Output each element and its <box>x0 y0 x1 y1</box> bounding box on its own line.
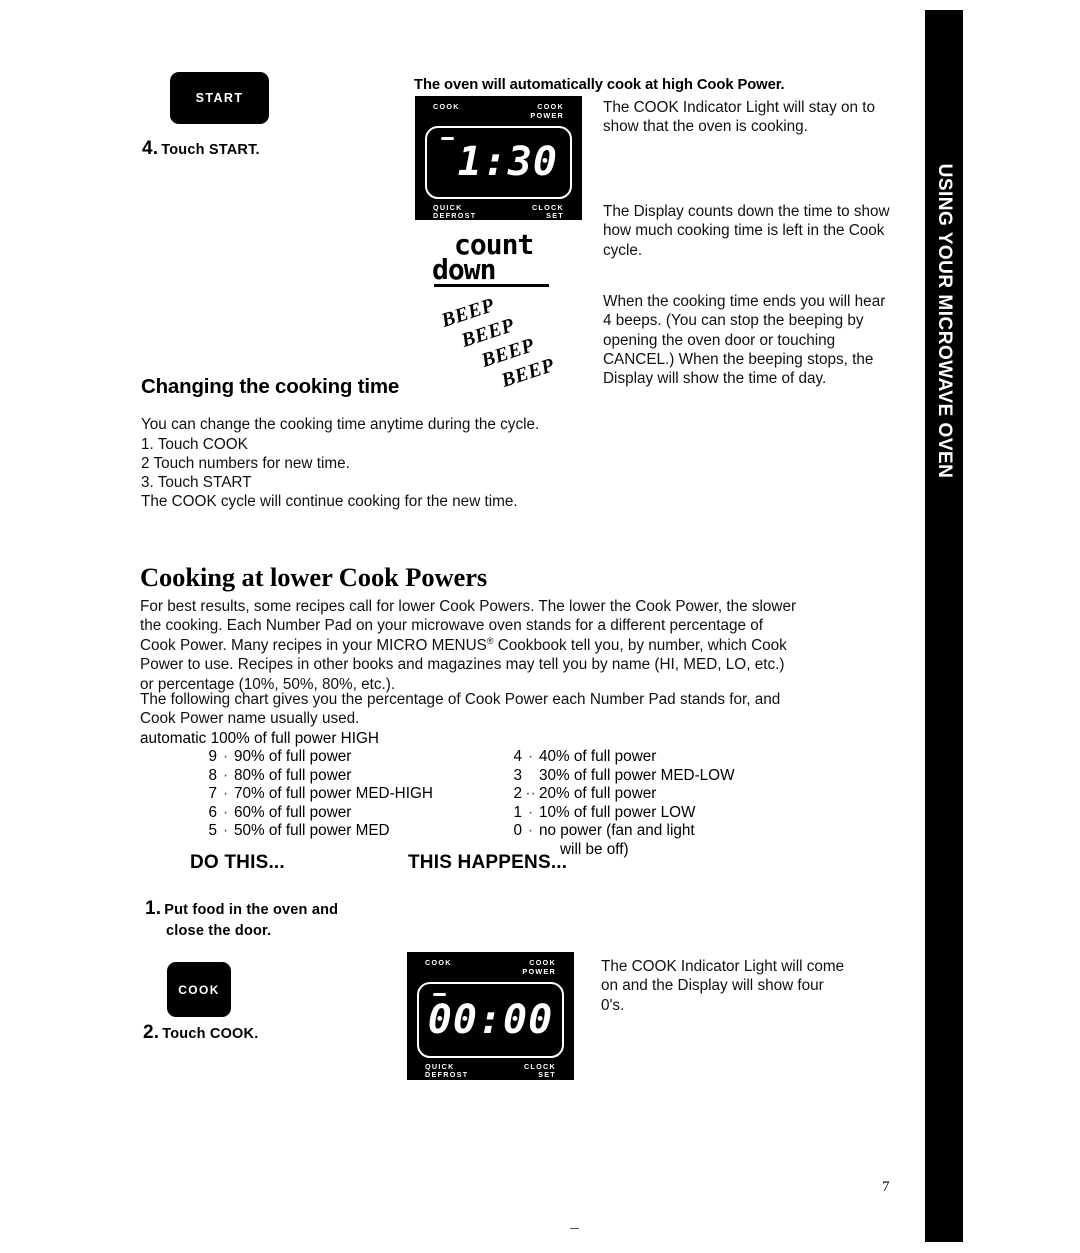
countdown-illustration: count down <box>432 231 582 288</box>
display-window: 00:00 <box>417 981 564 1058</box>
power-pad-number: 5 <box>208 822 217 839</box>
power-pad-number: 2 <box>513 785 522 802</box>
power-chart-row: 2 ·· 20% of full power <box>500 785 735 804</box>
display-clock-set-label: CLOCK SET <box>523 1061 556 1080</box>
power-row-dot: · <box>222 766 229 784</box>
cook-indicator-paragraph: The COOK Indicator Light will stay on to… <box>603 99 876 136</box>
power-row-text: 10% of full power LOW <box>539 803 696 821</box>
changing-step-2: 2 Touch numbers for new time. <box>141 455 350 472</box>
step-4-number: 4. <box>142 138 159 159</box>
power-row-text: no power (fan and light <box>539 822 695 839</box>
step-4-instruction: 4. Touch START. <box>142 138 260 160</box>
this-happens-result-text: The COOK Indicator Light will come on an… <box>601 958 845 1014</box>
cook-button[interactable]: COOK <box>167 962 231 1017</box>
this-happens-heading: THIS HAPPENS... <box>408 852 568 873</box>
power-chart-row: 5 · 50% of full power MED <box>195 822 433 841</box>
countdown-word-down: down <box>432 252 496 286</box>
power-chart-row: 3 30% of full power MED-LOW <box>500 766 735 786</box>
power-row-dot: · <box>222 822 229 839</box>
power-chart-row: 0 · no power (fan and light <box>500 822 735 841</box>
power-row-dot: ·· <box>525 785 536 802</box>
power-pad-number: 3 <box>513 766 522 784</box>
display-clock-set-label: CLOCK SET <box>531 202 564 221</box>
display-digits: 00:00 <box>427 996 554 1043</box>
lower-cook-powers-paragraph-2: The following chart gives you the percen… <box>140 691 781 728</box>
power-row-text: 40% of full power <box>539 748 657 765</box>
step-1-instruction: 1. Put food in the oven and close the doo… <box>145 896 405 941</box>
display-window: 1:30 <box>425 125 572 199</box>
power-pad-number: 6 <box>208 803 217 821</box>
step-1-line-1: Put food in the oven and <box>164 902 339 918</box>
power-chart-row: 9 · 90% of full power <box>195 748 433 767</box>
step-2-text: Touch COOK. <box>162 1026 259 1042</box>
changing-cooking-time-heading: Changing the cooking time <box>141 375 400 398</box>
step-1-line-2: close the door. <box>166 922 272 939</box>
oven-display-panel-countdown: COOK COOK POWER 1:30 QUICK DEFROST CLOCK… <box>415 96 582 220</box>
start-button[interactable]: START <box>170 72 269 124</box>
power-row-dot: · <box>527 748 534 765</box>
power-chart-row: 1 · 10% of full power LOW <box>500 804 735 823</box>
power-chart-right-column: 4 · 40% of full power 3 30% of full power M… <box>500 748 735 859</box>
display-cook-label: COOK <box>433 102 460 111</box>
power-chart-row: 6 · 60% of full power <box>195 804 433 823</box>
page-number: 7 <box>882 1179 890 1195</box>
auto-cook-intro: The oven will automatically cook at high… <box>414 77 785 93</box>
power-row-dot: · <box>527 803 534 821</box>
do-this-heading: DO THIS... <box>190 852 285 873</box>
display-digits: 1:30 <box>457 139 558 186</box>
start-button-label: START <box>195 91 244 105</box>
power-chart-row: 4 · 40% of full power <box>500 748 735 767</box>
power-row-dot: · <box>222 803 229 821</box>
step-2-instruction: 2. Touch COOK. <box>143 1022 258 1044</box>
cook-indicator-light <box>441 136 454 140</box>
power-row-text: 50% of full power MED <box>234 822 390 839</box>
display-cook-power-label: COOK POWER <box>530 102 564 120</box>
power-pad-number: 0 <box>513 822 522 839</box>
power-row-dot: · <box>527 822 534 839</box>
power-row-text: 20% of full power <box>539 785 657 802</box>
power-row-text: 80% of full power <box>234 766 352 784</box>
power-row-dot: · <box>222 748 229 765</box>
power-pad-number: 4 <box>513 748 522 765</box>
power-row-dot: · <box>222 785 229 802</box>
power-row-text: 30% of full power MED-LOW <box>539 766 735 784</box>
print-registration-mark <box>570 1228 579 1229</box>
power-row-text: 90% of full power <box>234 748 352 765</box>
power-chart-row: 8 · 80% of full power <box>195 767 433 786</box>
lower-cook-powers-heading: Cooking at lower Cook Powers <box>140 562 488 592</box>
power-chart-left-column: 9 · 90% of full power 8 · 80% of full power … <box>195 748 433 841</box>
beep-illustration: BEEP BEEP BEEP BEEP <box>435 294 605 392</box>
display-quick-defrost-label: QUICK DEFROST <box>425 1061 469 1080</box>
power-pad-number: 1 <box>513 803 522 821</box>
side-tab-label: USING YOUR MICROWAVE OVEN <box>934 163 955 479</box>
side-tab-bar: USING YOUR MICROWAVE OVEN <box>925 10 963 1242</box>
power-row-text: 70% of full power MED-HIGH <box>234 785 433 802</box>
power-chart-automatic-row: automatic 100% of full power HIGH <box>140 730 379 747</box>
display-quick-defrost-label: QUICK DEFROST <box>433 202 477 221</box>
changing-step-3: 3. Touch START <box>141 474 252 491</box>
power-pad-number: 8 <box>208 766 217 784</box>
power-pad-number: 9 <box>208 748 217 765</box>
lower-cook-powers-paragraph-1: For best results, some recipes call for … <box>140 597 800 694</box>
cook-button-label: COOK <box>178 982 220 997</box>
changing-outro: The COOK cycle will continue cooking for… <box>141 493 518 510</box>
changing-intro: You can change the cooking time anytime … <box>141 416 540 433</box>
display-cook-label: COOK <box>425 958 452 967</box>
display-countdown-paragraph: The Display counts down the time to show… <box>603 203 890 259</box>
power-row-text: 60% of full power <box>234 803 352 821</box>
power-pad-number: 7 <box>208 785 217 802</box>
cook-indicator-light <box>433 992 446 996</box>
beeps-paragraph: When the cooking time ends you will hear… <box>603 293 886 388</box>
display-cook-power-label: COOK POWER <box>522 958 556 976</box>
step-2-number: 2. <box>143 1022 160 1043</box>
step-4-text: Touch START. <box>161 142 260 158</box>
changing-step-1: 1. Touch COOK <box>141 436 248 453</box>
step-1-number: 1. <box>145 898 162 919</box>
power-chart-row: 7 · 70% of full power MED-HIGH <box>195 785 433 804</box>
oven-display-panel-zeros: COOK COOK POWER 00:00 QUICK DEFROST CLOC… <box>407 952 574 1080</box>
